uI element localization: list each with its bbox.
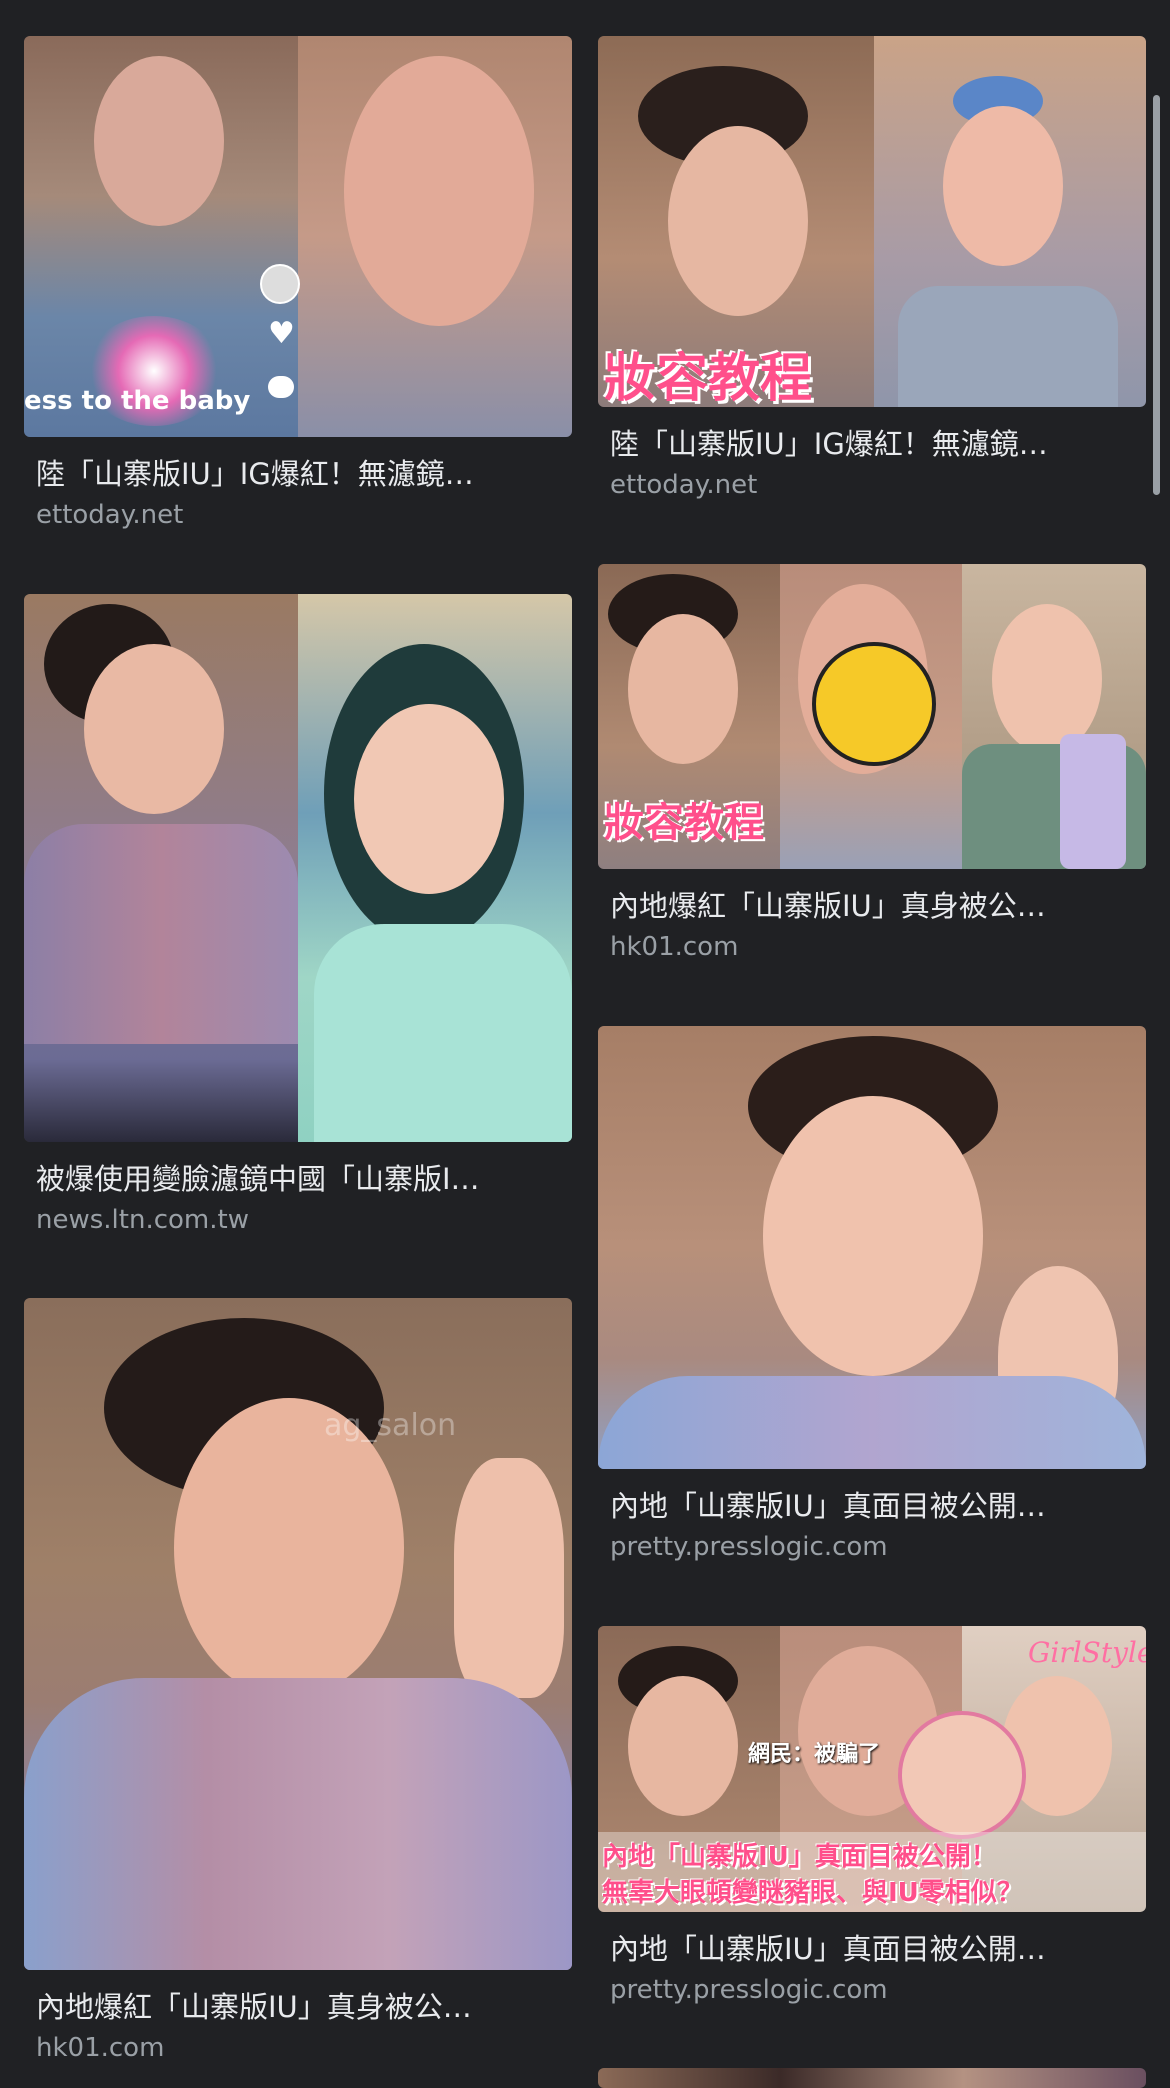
result-card-6[interactable]: ag_salon 內地爆紅「山寨版IU」真身被公… hk01.com <box>24 1298 572 2064</box>
image-caption: 妝容教程 <box>604 349 813 407</box>
result-source[interactable]: ettoday.net <box>24 493 572 531</box>
image-caption: 妝容教程 <box>604 800 764 846</box>
result-card-1[interactable]: ess to the baby ♥ 陸「山寨版IU」IG爆紅！無濾鏡… etto… <box>24 36 572 531</box>
result-card-5[interactable]: 內地「山寨版IU」真面目被公開… pretty.presslogic.com <box>598 1026 1146 1563</box>
image-results-grid: ess to the baby ♥ 陸「山寨版IU」IG爆紅！無濾鏡… etto… <box>0 0 1170 2088</box>
grimace-emoji-icon <box>812 642 936 766</box>
result-card-4[interactable]: 妝容教程 內地爆紅「山寨版IU」真身被公… hk01.com <box>598 564 1146 963</box>
result-card-7[interactable]: 網民：被騙了 GirlStyle 內地「山寨版IU」真面目被公開！ 無辜大眼頓變… <box>598 1626 1146 2006</box>
result-source[interactable]: pretty.presslogic.com <box>598 1968 1146 2006</box>
image-bubble-text: 網民：被騙了 <box>748 1742 881 1767</box>
result-thumbnail[interactable]: 妝容教程 <box>598 36 1146 407</box>
result-source[interactable]: hk01.com <box>24 2026 572 2064</box>
result-thumbnail[interactable]: ess to the baby ♥ <box>24 36 572 437</box>
image-overlay-text: ess to the baby <box>24 386 251 416</box>
result-thumbnail[interactable] <box>598 2068 1146 2088</box>
result-title[interactable]: 內地爆紅「山寨版IU」真身被公… <box>598 869 1146 925</box>
heart-icon: ♥ <box>268 316 295 351</box>
result-source[interactable]: ettoday.net <box>598 463 1146 501</box>
image-caption: 內地「山寨版IU」真面目被公開！ <box>602 1842 997 1872</box>
comment-icon <box>268 376 294 398</box>
result-card-2[interactable]: 妝容教程 陸「山寨版IU」IG爆紅！無濾鏡… ettoday.net <box>598 36 1146 501</box>
scrollbar[interactable] <box>1153 95 1160 495</box>
result-card-8-partial[interactable] <box>598 2068 1146 2088</box>
result-card-3[interactable]: 被爆使用變臉濾鏡中國「山寨版I… news.ltn.com.tw <box>24 594 572 1236</box>
image-caption-secondary: 無辜大眼頓變瞇豬眼、與IU零相似？ <box>602 1878 1023 1908</box>
avatar-icon <box>260 264 300 304</box>
result-title[interactable]: 內地「山寨版IU」真面目被公開… <box>598 1469 1146 1525</box>
inset-avatar <box>898 1711 1026 1839</box>
result-source[interactable]: pretty.presslogic.com <box>598 1525 1146 1563</box>
image-watermark: ag_salon <box>324 1408 457 1443</box>
result-source[interactable]: news.ltn.com.tw <box>24 1198 572 1236</box>
result-title[interactable]: 被爆使用變臉濾鏡中國「山寨版I… <box>24 1142 572 1198</box>
result-title[interactable]: 陸「山寨版IU」IG爆紅！無濾鏡… <box>598 407 1146 463</box>
result-title[interactable]: 內地爆紅「山寨版IU」真身被公… <box>24 1970 572 2026</box>
result-thumbnail[interactable] <box>24 594 572 1142</box>
result-source[interactable]: hk01.com <box>598 925 1146 963</box>
result-thumbnail[interactable]: ag_salon <box>24 1298 572 1970</box>
result-title[interactable]: 陸「山寨版IU」IG爆紅！無濾鏡… <box>24 437 572 493</box>
result-thumbnail[interactable]: 網民：被騙了 GirlStyle 內地「山寨版IU」真面目被公開！ 無辜大眼頓變… <box>598 1626 1146 1912</box>
result-thumbnail[interactable]: 妝容教程 <box>598 564 1146 869</box>
result-title[interactable]: 內地「山寨版IU」真面目被公開… <box>598 1912 1146 1968</box>
result-thumbnail[interactable] <box>598 1026 1146 1469</box>
girlstyle-logo: GirlStyle <box>1028 1636 1146 1669</box>
